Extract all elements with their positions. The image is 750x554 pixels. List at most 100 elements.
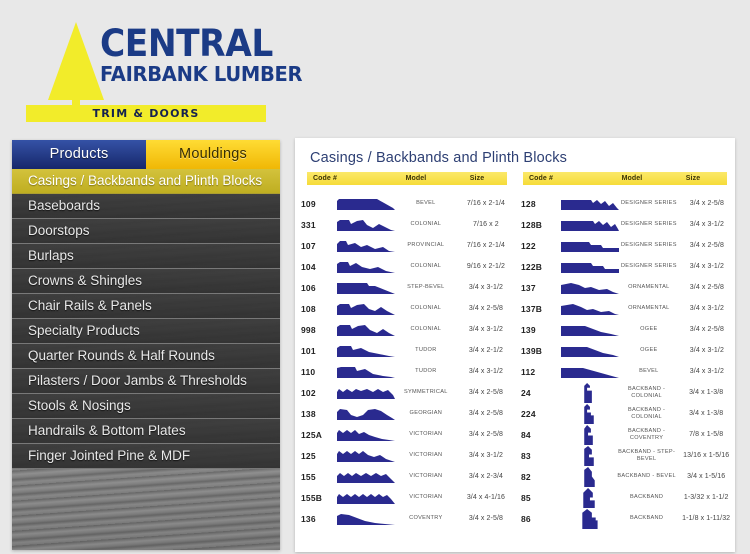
logo-tagline-bar: TRIM & DOORS [26, 105, 266, 122]
moulding-profile-icon [336, 197, 395, 211]
table-row[interactable]: 85 BACKBAND 1-3/32 x 1-1/2 [515, 487, 735, 508]
cell-model: COLONIAL [410, 221, 442, 227]
cell-size: 3/4 x 2-5/8 [689, 242, 724, 249]
cell-code: 82 [521, 471, 531, 482]
table-row[interactable]: 125A VICTORIAN 3/4 x 2-5/8 [295, 424, 515, 445]
table-row[interactable]: 104 COLONIAL 9/16 x 2-1/2 [295, 256, 515, 277]
table-row[interactable]: 108 COLONIAL 3/4 x 2-5/8 [295, 298, 515, 319]
cell-model: VICTORIAN [409, 431, 443, 437]
table-row[interactable]: 137B ORNAMENTAL 3/4 x 3-1/2 [515, 298, 735, 319]
logo-line-1: CENTRAL [100, 22, 273, 65]
content-panel: Casings / Backbands and Plinth Blocks Co… [295, 138, 735, 552]
cell-code: 138 [301, 408, 316, 419]
sidebar-item-baseboards[interactable]: Baseboards [12, 194, 280, 219]
table-row[interactable]: 109 BEVEL 7/16 x 2-1/4 [295, 193, 515, 214]
table-row[interactable]: 998 COLONIAL 3/4 x 3-1/2 [295, 319, 515, 340]
cell-model: OGEE [640, 326, 658, 332]
table-row[interactable]: 128B DESIGNER SERIES 3/4 x 3-1/2 [515, 214, 735, 235]
table-row[interactable]: 155B VICTORIAN 3/4 x 4-1/16 [295, 487, 515, 508]
table-right: Code # Model Size 128 DESIGNER SERIES 3/4 … [515, 172, 735, 529]
table-row[interactable]: 331 COLONIAL 7/16 x 2 [295, 214, 515, 235]
table-row[interactable]: 102 SYMMETRICAL 3/4 x 2-5/8 [295, 382, 515, 403]
table-row[interactable]: 122 DESIGNER SERIES 3/4 x 2-5/8 [515, 235, 735, 256]
cell-code: 83 [521, 450, 531, 461]
sidebar-item-stools-nosings[interactable]: Stools & Nosings [12, 394, 280, 419]
cell-size: 3/4 x 3-1/2 [689, 347, 724, 354]
sidebar-item-doorstops[interactable]: Doorstops [12, 219, 280, 244]
cell-code: 110 [301, 366, 316, 377]
site-logo: CENTRAL FAIRBANK LUMBER TRIM & DOORS [12, 12, 303, 122]
cell-model: VICTORIAN [409, 452, 443, 458]
moulding-profile-icon [336, 470, 395, 484]
sidebar-item-casings-backbands-and-plinth-blocks[interactable]: Casings / Backbands and Plinth Blocks [12, 169, 280, 194]
cell-code: 128B [521, 219, 543, 230]
cell-model: COLONIAL [410, 326, 442, 332]
cell-size: 1-3/32 x 1-1/2 [683, 494, 729, 501]
cell-code: 107 [301, 240, 316, 251]
sidebar-item-crowns-shingles[interactable]: Crowns & Shingles [12, 269, 280, 294]
cell-code: 139 [521, 324, 536, 335]
table-row[interactable]: 107 PROVINCIAL 7/16 x 2-1/4 [295, 235, 515, 256]
table-row[interactable]: 138 GEORGIAN 3/4 x 2-5/8 [295, 403, 515, 424]
cell-code: 224 [521, 408, 536, 419]
page-title: Casings / Backbands and Plinth Blocks [310, 150, 568, 166]
product-tables: Code # Model Size 109 BEVEL 7/16 x 2-1/4 33… [295, 172, 735, 529]
table-row[interactable]: 24 BACKBAND - COLONIAL 3/4 x 1-3/8 [515, 382, 735, 403]
cell-model: OGEE [640, 347, 658, 353]
moulding-profile-icon [560, 281, 619, 295]
logo-wordmark: CENTRAL FAIRBANK LUMBER [100, 22, 303, 86]
page-root: CENTRAL FAIRBANK LUMBER TRIM & DOORS Pro… [0, 0, 750, 554]
sidebar-item-quarter-rounds-half-rounds[interactable]: Quarter Rounds & Half Rounds [12, 344, 280, 369]
tab-products[interactable]: Products [12, 140, 146, 169]
table-row[interactable]: 137 ORNAMENTAL 3/4 x 2-5/8 [515, 277, 735, 298]
cell-code: 331 [301, 219, 316, 230]
sidebar-item-chair-rails-panels[interactable]: Chair Rails & Panels [12, 294, 280, 319]
table-row[interactable]: 84 BACKBAND - COVENTRY 7/8 x 1-5/8 [515, 424, 735, 445]
cell-size: 3/4 x 2-5/8 [689, 284, 724, 291]
cell-size: 3/4 x 2-5/8 [468, 431, 503, 438]
cell-size: 3/4 x 4-1/16 [466, 494, 505, 501]
moulding-profile-icon [336, 512, 395, 526]
table-row[interactable]: 101 TUDOR 3/4 x 2-1/2 [295, 340, 515, 361]
table-row[interactable]: 82 BACKBAND - BEVEL 3/4 x 1-5/16 [515, 466, 735, 487]
cell-code: 86 [521, 513, 531, 524]
sidebar-item-finger-jointed-pine-mdf[interactable]: Finger Jointed Pine & MDF [12, 444, 280, 469]
table-row[interactable]: 86 BACKBAND 1-1/8 x 1-11/32 [515, 508, 735, 529]
moulding-profile-icon [336, 491, 395, 505]
cell-model: ORNAMENTAL [628, 305, 670, 311]
cell-model: DESIGNER SERIES [620, 200, 677, 206]
column-header-size: Size [685, 175, 701, 182]
sidebar-item-specialty-products[interactable]: Specialty Products [12, 319, 280, 344]
cell-model: BACKBAND [630, 515, 664, 521]
cell-code: 136 [301, 513, 316, 524]
cell-model: VICTORIAN [409, 473, 443, 479]
cell-code: 112 [521, 366, 536, 377]
table-row[interactable]: 128 DESIGNER SERIES 3/4 x 2-5/8 [515, 193, 735, 214]
sidebar-item-burlaps[interactable]: Burlaps [12, 244, 280, 269]
cell-size: 9/16 x 2-1/2 [466, 263, 505, 270]
table-row[interactable]: 155 VICTORIAN 3/4 x 2-3/4 [295, 466, 515, 487]
cell-code: 108 [301, 303, 316, 314]
cell-code: 122 [521, 240, 536, 251]
table-row[interactable]: 83 BACKBAND - STEP-BEVEL 13/16 x 1-5/16 [515, 445, 735, 466]
table-row[interactable]: 112 BEVEL 3/4 x 3-1/2 [515, 361, 735, 382]
cell-model: ORNAMENTAL [628, 284, 670, 290]
sidebar-item-handrails-bottom-plates[interactable]: Handrails & Bottom Plates [12, 419, 280, 444]
tab-mouldings[interactable]: Mouldings [146, 140, 280, 169]
table-row[interactable]: 139B OGEE 3/4 x 3-1/2 [515, 340, 735, 361]
logo-line-2: FAIRBANK LUMBER [100, 62, 303, 86]
cell-code: 24 [521, 387, 531, 398]
table-row[interactable]: 122B DESIGNER SERIES 3/4 x 3-1/2 [515, 256, 735, 277]
table-row[interactable]: 139 OGEE 3/4 x 2-5/8 [515, 319, 735, 340]
cell-size: 3/4 x 1-5/16 [687, 473, 726, 480]
table-row[interactable]: 110 TUDOR 3/4 x 3-1/2 [295, 361, 515, 382]
sidebar-item-pilasters-door-jambs-thresholds[interactable]: Pilasters / Door Jambs & Thresholds [12, 369, 280, 394]
table-row[interactable]: 106 STEP-BEVEL 3/4 x 3-1/2 [295, 277, 515, 298]
table-row[interactable]: 125 VICTORIAN 3/4 x 3-1/2 [295, 445, 515, 466]
cell-code: 137B [521, 303, 543, 314]
cell-code: 84 [521, 429, 531, 440]
cell-size: 3/4 x 1-3/8 [689, 389, 724, 396]
sidebar-menu: Casings / Backbands and Plinth Blocks Bas… [12, 169, 280, 469]
table-row[interactable]: 224 BACKBAND - COLONIAL 3/4 x 1-3/8 [515, 403, 735, 424]
table-row[interactable]: 136 COVENTRY 3/4 x 2-5/8 [295, 508, 515, 529]
